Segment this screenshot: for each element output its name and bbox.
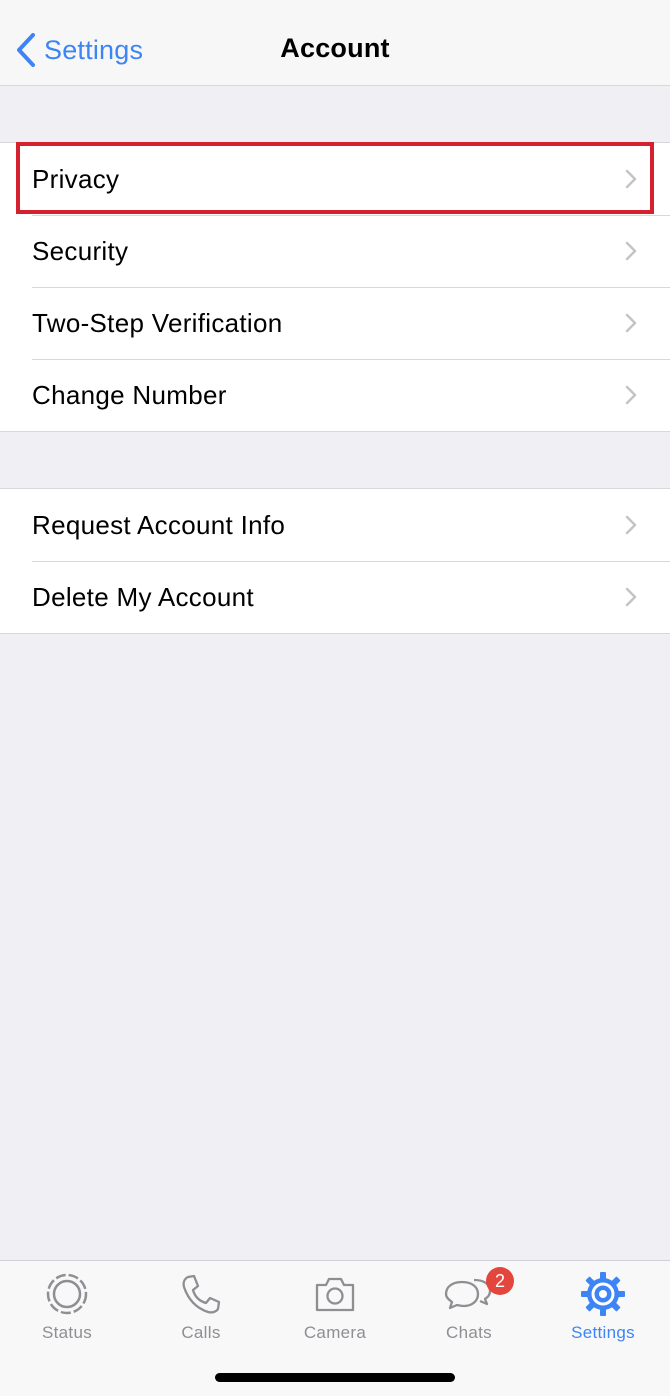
account-data-group: Request Account Info Delete My Account [0, 488, 670, 634]
phone-icon [182, 1274, 221, 1314]
chevron-right-icon [625, 241, 637, 261]
row-change-number[interactable]: Change Number [0, 359, 670, 431]
tab-label: Settings [571, 1323, 635, 1342]
chevron-right-icon [625, 587, 637, 607]
tab-settings[interactable]: Settings [536, 1261, 670, 1351]
tab-calls[interactable]: Calls [134, 1261, 268, 1351]
row-privacy[interactable]: Privacy [0, 143, 670, 215]
chats-unread-badge: 2 [486, 1267, 514, 1295]
row-label: Request Account Info [32, 509, 286, 540]
navigation-bar: Settings Account [0, 0, 670, 86]
row-label: Privacy [32, 163, 120, 194]
row-label: Security [32, 235, 129, 266]
gear-icon [581, 1272, 625, 1316]
account-settings-group: Privacy Security Two-Step Verification C… [0, 142, 670, 432]
tab-label: Chats [446, 1323, 492, 1342]
tab-label: Status [42, 1323, 92, 1342]
chevron-right-icon [625, 515, 637, 535]
row-label: Delete My Account [32, 581, 254, 612]
home-indicator [215, 1373, 455, 1382]
status-icon [46, 1273, 88, 1315]
row-label: Change Number [32, 379, 227, 410]
row-delete-my-account[interactable]: Delete My Account [0, 561, 670, 633]
tab-status[interactable]: Status [0, 1261, 134, 1351]
tab-camera[interactable]: Camera [268, 1261, 402, 1351]
chevron-right-icon [625, 169, 637, 189]
page-title: Account [280, 33, 390, 63]
row-two-step-verification[interactable]: Two-Step Verification [0, 287, 670, 359]
camera-icon [315, 1277, 355, 1312]
row-request-account-info[interactable]: Request Account Info [0, 489, 670, 561]
tab-label: Calls [181, 1323, 221, 1342]
row-label: Two-Step Verification [32, 307, 283, 338]
row-security[interactable]: Security [0, 215, 670, 287]
chevron-right-icon [625, 313, 637, 333]
tab-chats[interactable]: 2 Chats [402, 1261, 536, 1351]
tab-label: Camera [303, 1323, 367, 1342]
chevron-right-icon [625, 385, 637, 405]
